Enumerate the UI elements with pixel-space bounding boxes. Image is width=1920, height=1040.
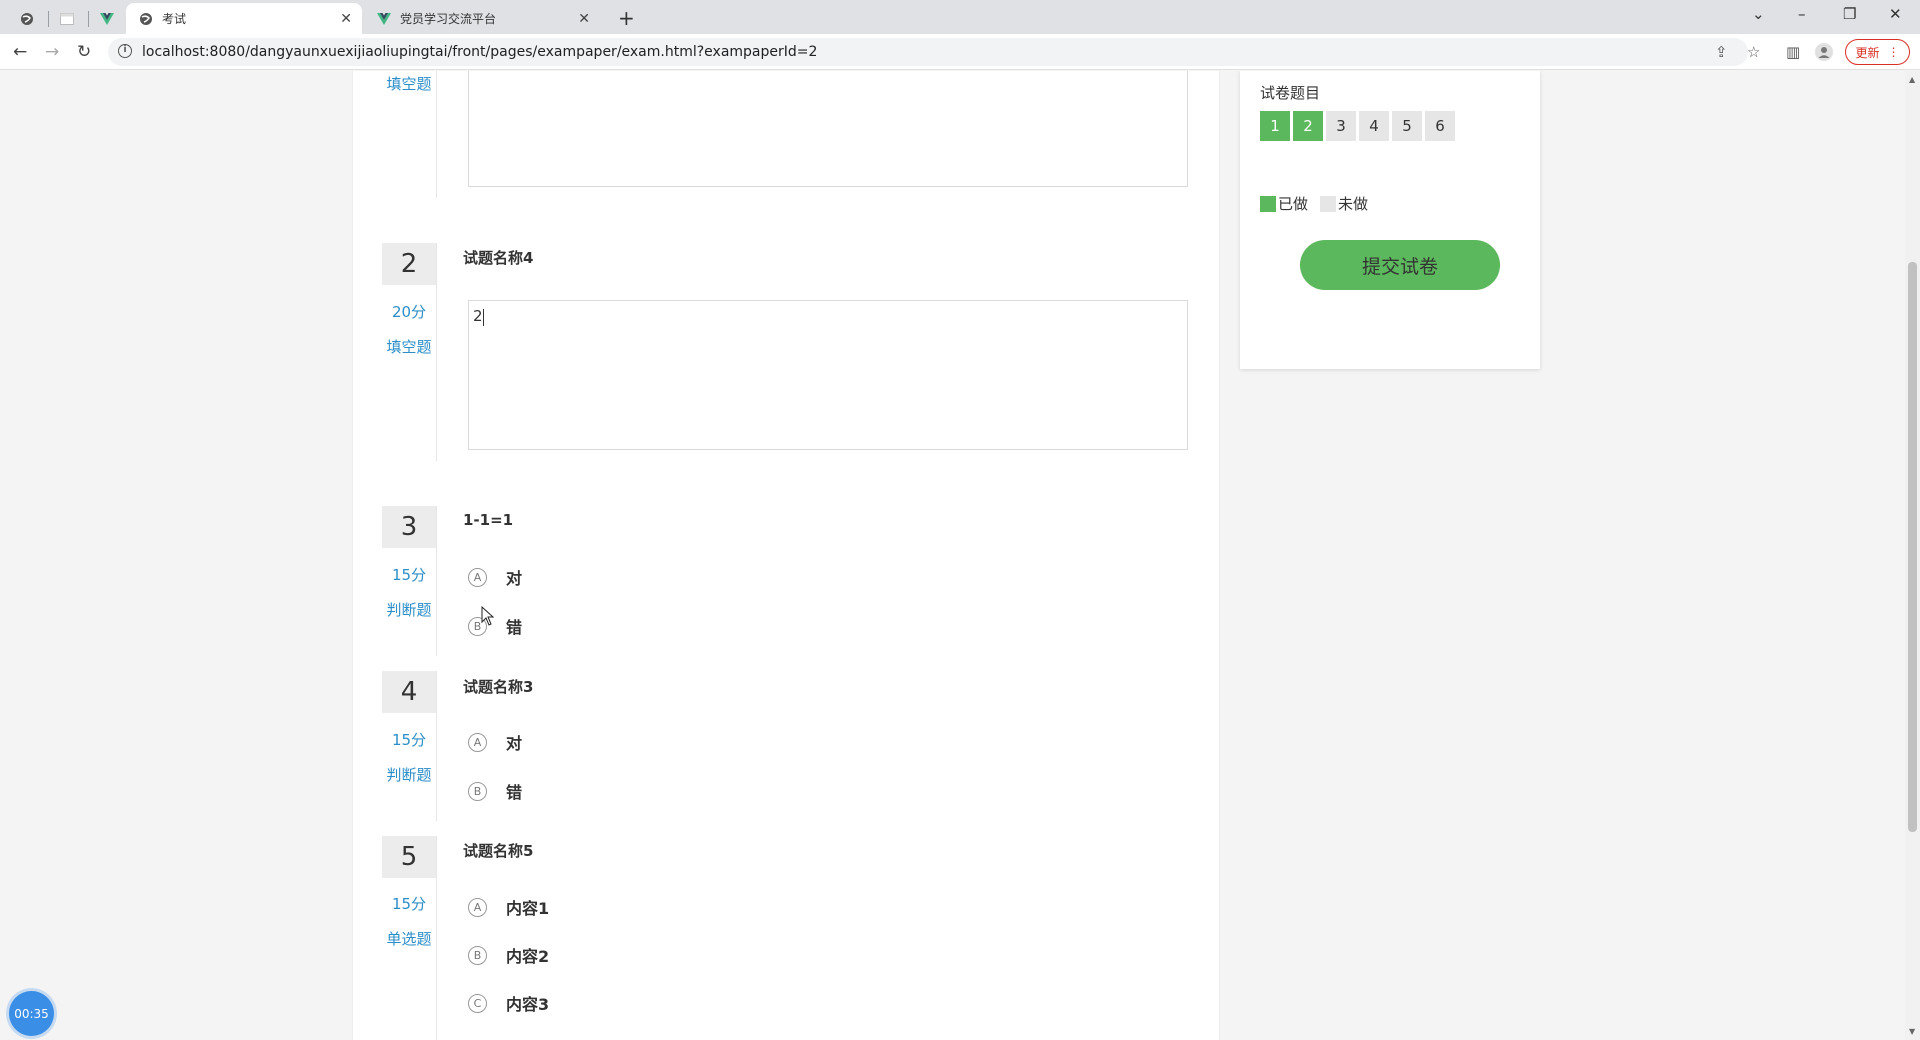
submit-exam-button[interactable]: 提交试卷 (1300, 240, 1500, 290)
forward-icon[interactable]: → (45, 42, 59, 62)
answer-value: 2 (473, 307, 483, 325)
site-info-icon[interactable]: i (118, 44, 132, 58)
close-icon[interactable]: ✕ (340, 11, 352, 27)
share-icon[interactable]: ⇪ (1715, 43, 1728, 61)
option-label: 内容1 (506, 899, 550, 918)
vue-icon (376, 11, 392, 27)
legend-done-label: 已做 (1278, 195, 1309, 213)
option-b[interactable]: B 内容2 (468, 943, 549, 967)
sidebar-title: 试卷题目 (1260, 84, 1321, 102)
question-number: 4 (382, 671, 436, 713)
tab-title: 党员学习交流平台 (400, 12, 497, 26)
question-type: 单选题 (386, 930, 432, 948)
question-nav-item[interactable]: 6 (1425, 111, 1455, 141)
profile-avatar-icon[interactable] (1815, 43, 1833, 65)
question-number: 5 (382, 836, 436, 878)
close-icon[interactable]: ✕ (578, 11, 590, 27)
question-title: 试题名称4 (463, 249, 534, 267)
option-letter: A (468, 567, 487, 587)
question-type: 填空题 (386, 75, 432, 93)
option-letter: C (468, 993, 487, 1013)
answer-textarea[interactable] (468, 71, 1188, 187)
exam-sidebar: 试卷题目 1 2 3 4 5 6 已做 未做 提交试卷 (1240, 71, 1540, 369)
option-a[interactable]: A 对 (468, 730, 522, 754)
blank-page-icon (59, 11, 75, 27)
question-title: 1-1=1 (463, 511, 514, 529)
question-nav-item[interactable]: 1 (1260, 111, 1290, 141)
option-letter: A (468, 732, 487, 752)
option-letter: A (468, 897, 487, 917)
option-label: 错 (506, 618, 523, 637)
tab-title: 考试 (162, 12, 187, 26)
question-type: 判断题 (386, 766, 432, 784)
minimize-icon[interactable]: – (1798, 5, 1806, 23)
pinned-tab[interactable] (8, 3, 46, 34)
question-number: 3 (382, 506, 436, 548)
question-score: 15分 (391, 566, 427, 584)
countdown-timer: 00:35 (9, 991, 54, 1036)
globe-icon (138, 11, 154, 27)
tab-strip: 考试 ✕ 党员学习交流平台 ✕ + ⌄ – ❐ ✕ (0, 0, 1920, 34)
globe-icon (19, 11, 35, 27)
question-title: 试题名称3 (463, 678, 534, 696)
scroll-down-icon[interactable]: ▼ (1909, 1027, 1915, 1036)
url-text: localhost:8080/dangyaunxuexijiaoliupingt… (142, 44, 818, 60)
legend-todo-label: 未做 (1338, 195, 1369, 213)
question-score: 20分 (391, 303, 427, 321)
option-label: 错 (506, 783, 523, 802)
reload-icon[interactable]: ↻ (77, 42, 91, 62)
option-letter: B (468, 781, 487, 801)
menu-dots-icon: ⋮ (1887, 45, 1900, 59)
update-label: 更新 (1855, 45, 1880, 60)
back-icon[interactable]: ← (13, 42, 27, 62)
question-score: 15分 (391, 895, 427, 913)
question-nav-item[interactable]: 2 (1293, 111, 1323, 141)
scrollbar-thumb[interactable] (1908, 262, 1917, 832)
question-nav: 1 2 3 4 5 6 (1260, 111, 1455, 141)
new-tab-button[interactable]: + (618, 6, 635, 30)
tab-platform[interactable]: 党员学习交流平台 ✕ (364, 3, 600, 34)
pinned-tab[interactable] (48, 3, 86, 34)
pinned-tab[interactable] (88, 3, 126, 34)
tab-exam[interactable]: 考试 ✕ (126, 3, 362, 34)
option-c[interactable]: C 内容3 (468, 991, 549, 1015)
question-nav-item[interactable]: 5 (1392, 111, 1422, 141)
answer-textarea[interactable]: 2 (468, 300, 1188, 450)
update-button[interactable]: 更新 ⋮ (1845, 39, 1910, 65)
todo-swatch (1320, 195, 1337, 212)
option-letter: B (468, 945, 487, 965)
option-b[interactable]: B 错 (468, 614, 522, 638)
option-label: 对 (506, 569, 523, 588)
question-type: 判断题 (386, 601, 432, 619)
question-nav-item[interactable]: 4 (1359, 111, 1389, 141)
option-label: 内容2 (506, 947, 550, 966)
vue-icon (99, 11, 115, 27)
close-window-icon[interactable]: ✕ (1889, 5, 1902, 23)
exam-page: 填空题 2 20分 填空题 试题名称4 2 3 15分 判断题 1-1=1 A … (0, 71, 1905, 1040)
option-label: 对 (506, 734, 523, 753)
option-a[interactable]: A 内容1 (468, 895, 549, 919)
address-bar[interactable]: i localhost:8080/dangyaunxuexijiaoliupin… (108, 38, 1748, 66)
mouse-cursor-icon (481, 605, 495, 630)
question-type: 填空题 (386, 338, 432, 356)
question-nav-item[interactable]: 3 (1326, 111, 1356, 141)
bookmark-star-icon[interactable]: ☆ (1747, 43, 1760, 61)
scroll-up-icon[interactable]: ▲ (1909, 75, 1915, 84)
question-score: 15分 (391, 731, 427, 749)
question-number: 2 (382, 243, 436, 285)
status-legend: 已做 未做 (1260, 193, 1368, 214)
tab-search-icon[interactable]: ⌄ (1752, 5, 1765, 23)
done-swatch (1260, 195, 1276, 212)
question-title: 试题名称5 (463, 842, 534, 860)
side-panel-icon[interactable]: ▥ (1786, 43, 1800, 61)
text-caret (483, 309, 484, 326)
option-a[interactable]: A 对 (468, 565, 522, 589)
option-label: 内容3 (506, 995, 550, 1014)
browser-toolbar: ← → ↻ i localhost:8080/dangyaunxuexijiao… (0, 34, 1920, 70)
option-b[interactable]: B 错 (468, 779, 522, 803)
restore-icon[interactable]: ❐ (1843, 5, 1856, 23)
